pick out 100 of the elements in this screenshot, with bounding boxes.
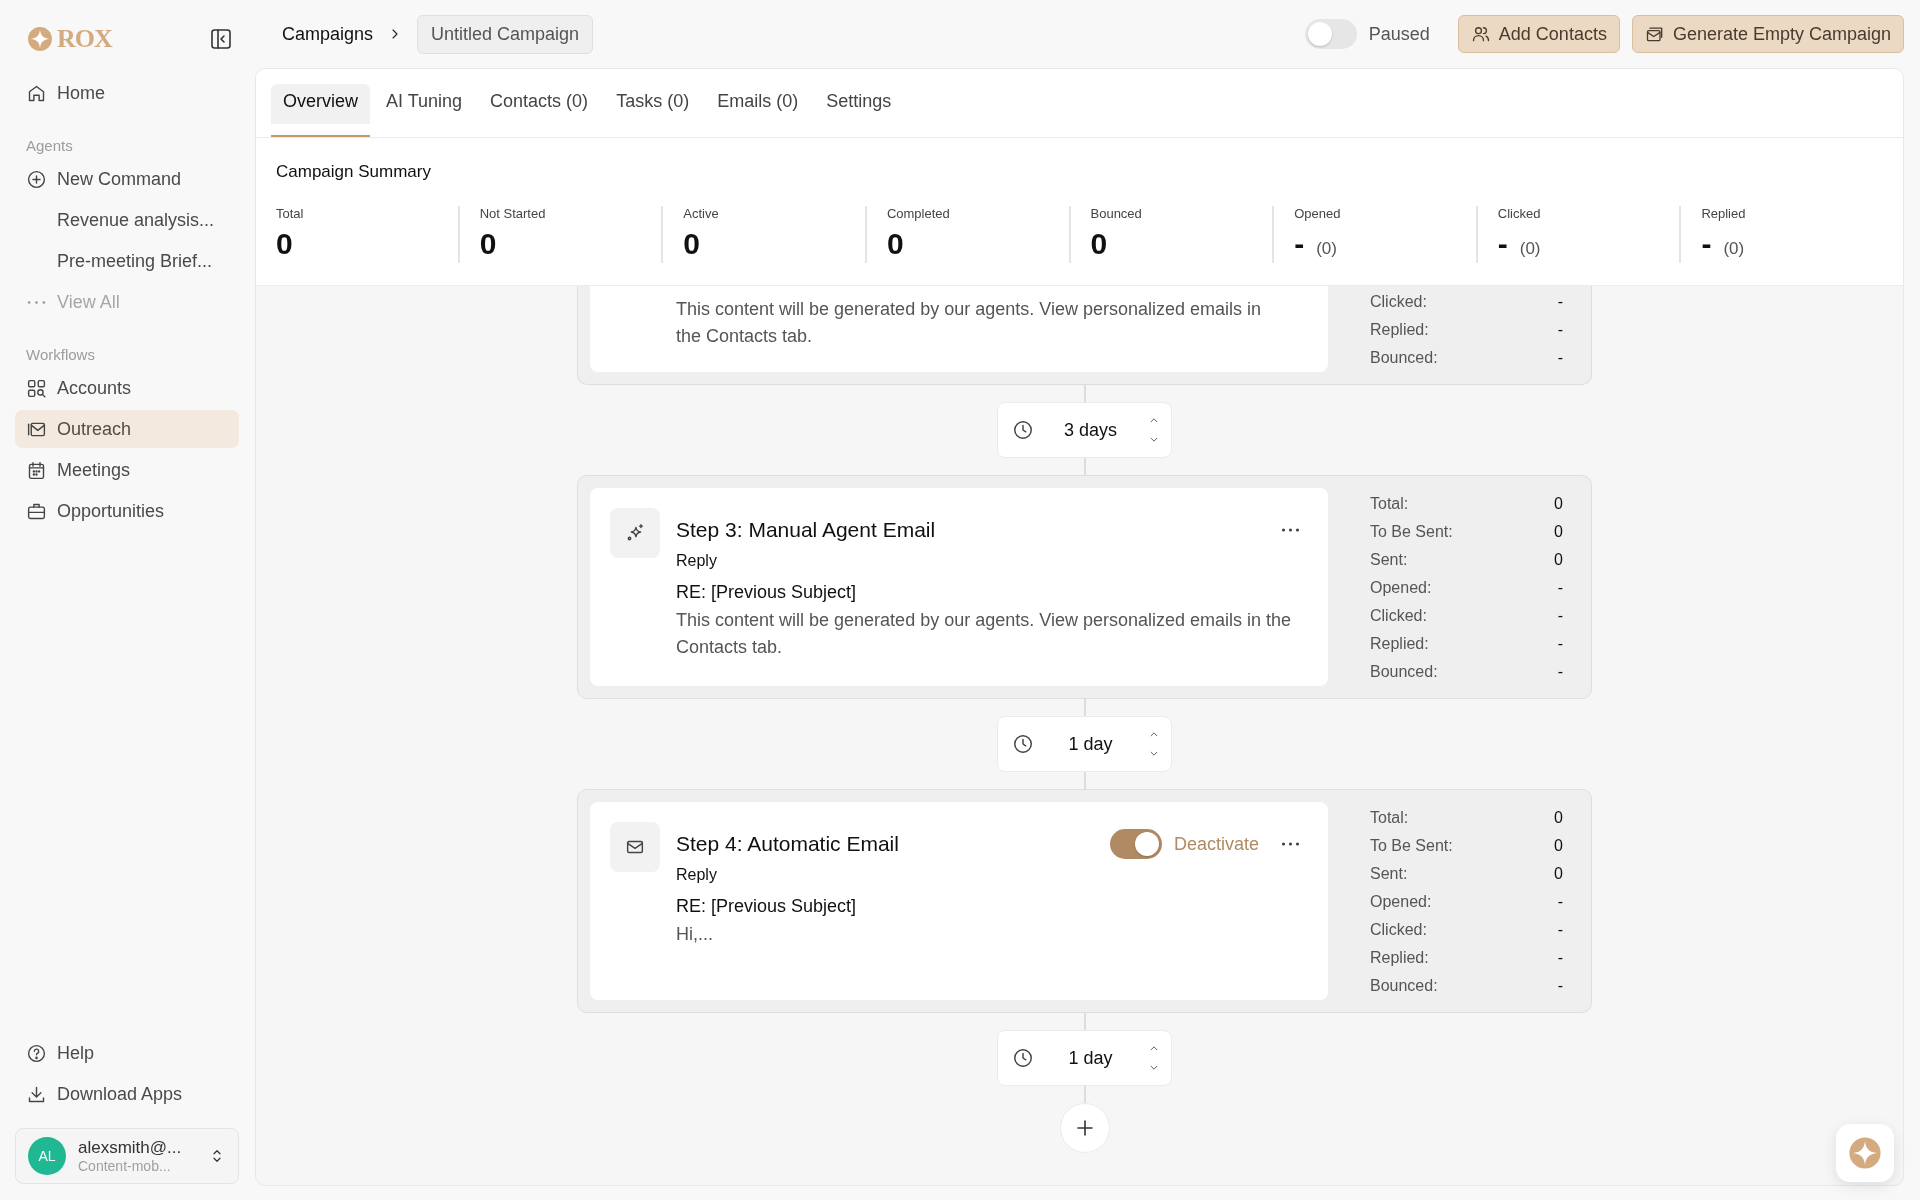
campaign-name[interactable]: Untitled Campaign [417,14,594,54]
metric-label: Replied [1701,206,1747,221]
stat-label: Clicked: [1370,921,1427,939]
metric-value: - [1497,227,1508,261]
nav-item[interactable]: Outreach [15,410,239,448]
metric-count: (0) [1723,239,1745,259]
more-icon [1281,528,1300,532]
nav-item[interactable]: Help [15,1034,239,1072]
metric-value: - [1294,227,1305,261]
stat-value: 0 [1554,495,1563,513]
grid-search-icon [26,377,47,399]
users-icon [1470,24,1491,44]
assistant-button[interactable] [1836,1124,1894,1182]
logo-text: ROX [57,24,112,54]
user-email: alexsmith@... [78,1138,183,1158]
add-contacts-button[interactable]: Add Contacts [1457,15,1620,53]
tab[interactable]: Overview [271,84,370,137]
tab[interactable]: Contacts (0) [478,84,601,137]
stat-value: - [1557,663,1563,681]
clock-icon [1012,1047,1034,1069]
more-icon [26,299,47,305]
email-preview: Hi,... [676,923,714,946]
stat-label: Sent: [1370,865,1408,883]
toggle-switch[interactable] [1304,19,1357,49]
delay-field[interactable]: 1 day [997,1030,1172,1086]
calendar-icon [26,459,47,481]
delay-value: 3 days [1062,419,1118,441]
metric-label: Total [276,206,305,221]
nav-item[interactable]: Opportunities [15,492,239,530]
tab[interactable]: Tasks (0) [604,84,702,137]
stat-label: Replied: [1370,949,1429,967]
help-icon [26,1042,47,1064]
nav-item[interactable]: Download Apps [15,1075,239,1113]
stat-label: Bounced: [1370,663,1438,681]
section-title: Campaign Summary [276,162,432,182]
section-heading: Agents [25,136,74,156]
stat-value: - [1557,349,1563,367]
email-preview: This content will be generated by our agents. View personalized emails in the Contacts tab. [676,609,1293,659]
user-org: Content-mob... [78,1158,172,1174]
stat-value: - [1557,893,1563,911]
delay-field[interactable]: 1 day [997,716,1172,772]
generate-campaign-button[interactable]: Generate Empty Campaign [1631,15,1904,53]
stat-label: Total: [1370,809,1409,827]
metric-count: (0) [1316,239,1337,259]
delay-field[interactable]: 3 days [997,402,1172,458]
stat-value: - [1557,293,1563,311]
stat-value: 0 [1554,809,1563,827]
metric-value: 0 [276,227,293,261]
metric-label: Completed [886,206,951,221]
stat-label: Replied: [1370,635,1429,653]
step-title: Step 3: Manual Agent Email [676,518,936,542]
stat-label: Bounced: [1370,977,1438,995]
metric-label: Clicked [1497,206,1542,221]
stat-value: 0 [1554,837,1563,855]
stat-value: - [1557,921,1563,939]
stat-value: - [1557,579,1563,597]
collapse-sidebar-icon [209,27,233,51]
metric-value: 0 [683,227,700,261]
nav-item[interactable]: Accounts [15,369,239,407]
stat-label: Sent: [1370,551,1408,569]
stat-label: Replied: [1370,321,1429,339]
metric-value: - [1701,227,1712,261]
metric-label: Opened [1294,206,1342,221]
stat-value: - [1557,977,1563,995]
metric-label: Active [683,206,720,221]
metric-label: Bounced [1090,206,1143,221]
stat-value: - [1557,949,1563,967]
metric-count: (0) [1519,239,1541,259]
more-icon [1281,842,1300,846]
stat-label: Total: [1370,495,1409,513]
section-heading: Workflows [25,345,96,365]
stat-label: To Be Sent: [1370,523,1453,541]
nav-item[interactable]: New Command [15,160,239,198]
tab[interactable]: Emails (0) [705,84,811,137]
stat-value: 0 [1554,865,1563,883]
breadcrumb-link[interactable]: Campaigns [282,23,374,45]
nav-item[interactable]: Pre-meeting Brief... [15,242,239,280]
email-subject: RE: [Previous Subject] [676,582,858,603]
tab[interactable]: AI Tuning [374,84,475,137]
stat-label: Clicked: [1370,293,1427,311]
nav-item[interactable]: Home [15,74,239,112]
step-title: Step 4: Automatic Email [676,832,899,856]
clock-icon [1012,419,1034,441]
delay-value: 1 day [1067,1047,1114,1069]
email-preview: This content will be generated by our agents. View personalized emails in the Contacts tab. [676,298,1262,348]
delay-value: 1 day [1067,733,1114,755]
metric-value: 0 [886,227,904,261]
add-step-button[interactable] [1059,1103,1110,1153]
avatar: AL [28,1137,66,1175]
toggle-switch[interactable] [1109,829,1162,859]
stat-label: Clicked: [1370,607,1427,625]
toggle-label: Paused [1368,23,1430,45]
nav-item[interactable]: Meetings [15,451,239,489]
toggle-label: Deactivate [1173,833,1259,855]
tab[interactable]: Settings [814,84,904,137]
metric-value: 0 [479,227,497,261]
stat-value: - [1557,635,1563,653]
stat-label: Opened: [1370,579,1432,597]
nav-item[interactable]: Revenue analysis... [15,201,239,239]
account-switcher[interactable]: AL alexsmith@... Content-mob... [15,1128,239,1184]
